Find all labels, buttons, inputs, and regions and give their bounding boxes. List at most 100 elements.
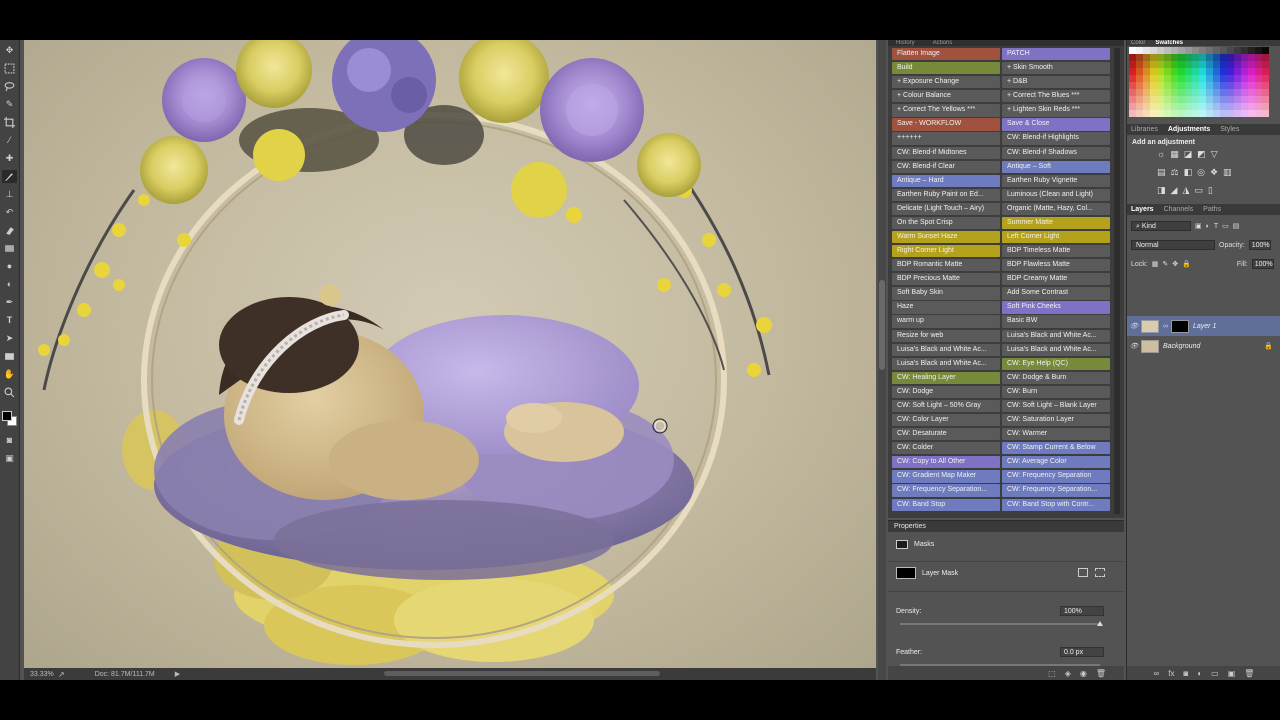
color-swatch[interactable] (1248, 82, 1255, 89)
color-swatch[interactable] (1206, 54, 1213, 61)
color-swatch[interactable] (1192, 47, 1199, 54)
color-swatch[interactable] (1192, 54, 1199, 61)
action-button[interactable]: Build (892, 62, 1000, 75)
action-button[interactable]: Resize for web (892, 329, 1000, 342)
color-swatch[interactable] (1199, 110, 1206, 117)
color-swatch[interactable] (1206, 68, 1213, 75)
color-swatch[interactable] (1213, 75, 1220, 82)
link-layers-icon[interactable]: ∞ (1154, 669, 1160, 678)
action-button[interactable]: ++++++ (892, 132, 1000, 145)
fill-field[interactable]: 100% (1251, 259, 1274, 269)
color-swatch[interactable] (1241, 96, 1248, 103)
color-swatch[interactable] (1213, 110, 1220, 117)
chain-link-icon[interactable]: ∞ (1163, 323, 1168, 330)
color-swatch[interactable] (1143, 103, 1150, 110)
color-swatch[interactable] (1143, 89, 1150, 96)
color-lookup-icon[interactable]: ▥ (1223, 167, 1232, 178)
color-swatch[interactable] (1206, 82, 1213, 89)
action-button[interactable]: Earthen Ruby Paint on Ed... (892, 188, 1000, 201)
action-button[interactable]: BDP Romantic Matte (892, 259, 1000, 272)
color-swatch[interactable] (1262, 47, 1269, 54)
action-button[interactable]: Luisa's Black and White Ac... (1002, 329, 1110, 342)
action-button[interactable]: Summer Matte (1002, 216, 1110, 230)
color-swatch[interactable] (1234, 75, 1241, 82)
action-button[interactable]: Basic BW (1002, 315, 1110, 328)
brush-tool-icon[interactable] (2, 170, 17, 183)
action-button[interactable]: On the Spot Crisp (892, 216, 1000, 230)
color-swatch[interactable] (1136, 96, 1143, 103)
color-swatch[interactable] (1255, 54, 1262, 61)
action-button[interactable]: Right Corner Light (892, 245, 1000, 258)
type-tool-icon[interactable]: T (2, 314, 17, 327)
adjust-filter-icon[interactable]: ◐ (1206, 223, 1210, 230)
color-swatch[interactable] (1206, 96, 1213, 103)
action-button[interactable]: CW: Copy to All Other (892, 456, 1000, 469)
color-swatch[interactable] (1178, 68, 1185, 75)
action-button[interactable]: CW: Blend-if Highlights (1002, 132, 1110, 145)
color-swatch[interactable] (1178, 82, 1185, 89)
color-swatch[interactable] (1220, 110, 1227, 117)
color-swatch[interactable] (1241, 61, 1248, 68)
color-swatch[interactable] (1199, 96, 1206, 103)
color-swatch[interactable] (1129, 61, 1136, 68)
action-button[interactable]: Soft Baby Skin (892, 287, 1000, 300)
color-swatch[interactable] (1199, 89, 1206, 96)
color-swatch[interactable] (1164, 82, 1171, 89)
color-swatch[interactable] (1185, 82, 1192, 89)
color-swatch[interactable] (1178, 110, 1185, 117)
color-swatch[interactable] (1178, 96, 1185, 103)
pixel-mask-icon[interactable] (1078, 568, 1088, 577)
action-button[interactable]: CW: Color Layer (892, 414, 1000, 427)
color-swatch[interactable] (1150, 96, 1157, 103)
color-swatch[interactable] (1164, 68, 1171, 75)
exposure-icon[interactable]: ◩ (1197, 149, 1206, 160)
action-button[interactable]: Left Corner Light (1002, 231, 1110, 244)
color-balance-icon[interactable]: ⚖ (1171, 167, 1179, 178)
action-button[interactable]: Haze (892, 301, 1000, 314)
layer-row-background[interactable]: 👁 Background 🔒 (1127, 336, 1280, 356)
color-swatch[interactable] (1220, 89, 1227, 96)
visibility-eye-icon[interactable]: 👁 (1127, 342, 1141, 350)
color-swatch[interactable] (1255, 96, 1262, 103)
brightness-icon[interactable]: ☼ (1157, 149, 1165, 160)
color-swatch[interactable] (1241, 103, 1248, 110)
smart-filter-icon[interactable]: ▤ (1233, 222, 1240, 230)
color-swatch[interactable] (1157, 47, 1164, 54)
crop-tool-icon[interactable] (2, 116, 17, 129)
color-swatch[interactable] (1164, 61, 1171, 68)
color-swatch[interactable] (1248, 89, 1255, 96)
color-swatch[interactable] (1136, 110, 1143, 117)
color-swatch[interactable] (1178, 89, 1185, 96)
color-swatch[interactable] (1192, 110, 1199, 117)
color-swatch[interactable] (1143, 61, 1150, 68)
quick-select-tool-icon[interactable]: ✎ (2, 98, 17, 111)
color-swatch[interactable] (1171, 89, 1178, 96)
color-swatch[interactable] (1227, 82, 1234, 89)
action-button[interactable]: CW: Frequency Separation... (892, 484, 1000, 497)
vertical-scrollbar[interactable] (878, 40, 886, 680)
color-swatch[interactable] (1213, 103, 1220, 110)
action-button[interactable]: CW: Soft Light – 50% Gray (892, 399, 1000, 413)
tab-styles[interactable]: Styles (1220, 124, 1239, 135)
color-swatch[interactable] (1255, 82, 1262, 89)
hue-saturation-icon[interactable]: ▤ (1157, 167, 1166, 178)
action-button[interactable]: + Correct The Yellows *** (892, 104, 1000, 117)
color-swatch[interactable] (1185, 103, 1192, 110)
color-swatch[interactable] (1255, 103, 1262, 110)
color-swatch[interactable] (1129, 96, 1136, 103)
color-swatch[interactable] (1199, 68, 1206, 75)
actions-scrollbar[interactable] (1114, 48, 1120, 514)
delete-mask-icon[interactable]: 🗑 (1096, 669, 1106, 678)
color-swatch[interactable] (1255, 75, 1262, 82)
visibility-eye-icon[interactable]: 👁 (1127, 322, 1141, 330)
color-swatch[interactable] (1164, 103, 1171, 110)
color-swatch[interactable] (1255, 68, 1262, 75)
color-swatch[interactable] (1157, 75, 1164, 82)
color-swatch[interactable] (1171, 47, 1178, 54)
color-swatch[interactable] (1150, 110, 1157, 117)
color-swatch[interactable] (1206, 103, 1213, 110)
color-swatch[interactable] (1248, 75, 1255, 82)
healing-brush-tool-icon[interactable]: ✚ (2, 152, 17, 165)
color-swatch[interactable] (1178, 61, 1185, 68)
color-swatch[interactable] (1185, 68, 1192, 75)
